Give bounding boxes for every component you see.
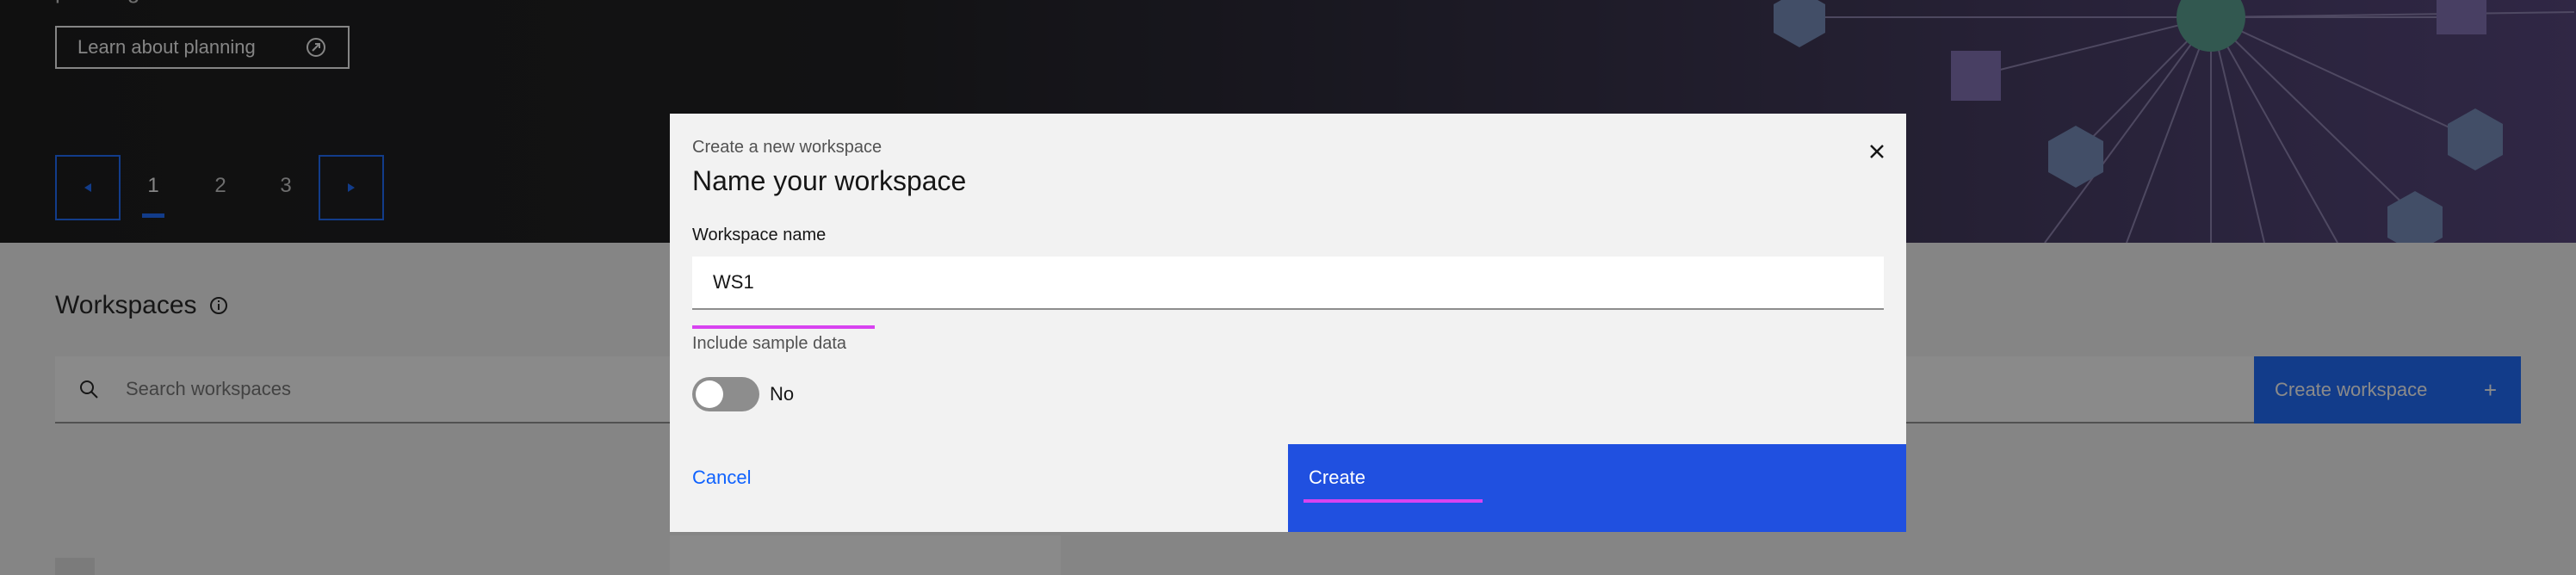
sample-data-toggle[interactable]: [692, 377, 759, 411]
sample-data-state: No: [770, 383, 795, 405]
close-button[interactable]: [1858, 133, 1896, 170]
workspace-name-label: Workspace name: [692, 226, 827, 244]
create-button[interactable]: Create: [1288, 444, 1906, 532]
create-workspace-modal: Create a new workspace Name your workspa…: [670, 114, 1906, 532]
cancel-label: Cancel: [692, 467, 752, 488]
create-label: Create: [1309, 467, 1366, 488]
focus-underline: [692, 325, 875, 329]
workspace-name-input[interactable]: [692, 257, 1884, 310]
create-focus-underline: [1303, 499, 1483, 503]
page: planning Learn about planning 1 2 3: [0, 0, 2576, 575]
toggle-knob: [696, 380, 723, 408]
sample-data-label: Include sample data: [692, 334, 847, 353]
close-icon: [1870, 145, 1884, 158]
cancel-button[interactable]: Cancel: [670, 444, 1288, 532]
modal-title: Name your workspace: [692, 165, 967, 196]
modal-label: Create a new workspace: [692, 138, 882, 157]
